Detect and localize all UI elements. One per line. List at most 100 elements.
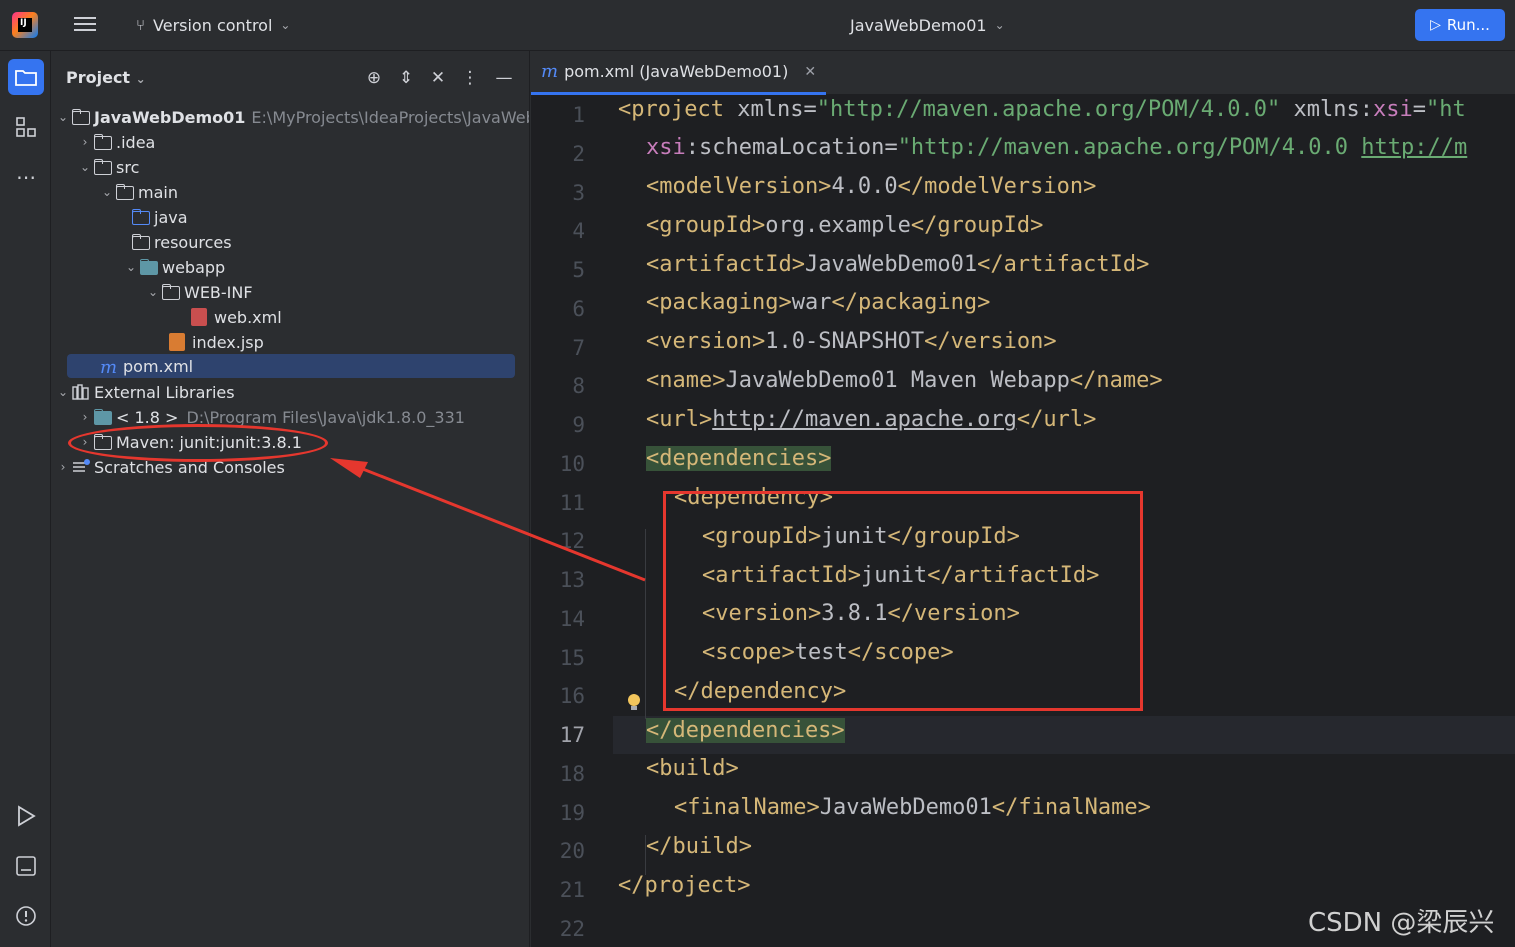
project-view-selector[interactable]: Project ⌄: [66, 68, 146, 87]
code-token: :: [1359, 97, 1374, 122]
code-line-4: <groupId>org.example</groupId>: [646, 213, 1043, 251]
annotation-highlight-ellipse: [68, 424, 328, 462]
code-line-2: xsi:schemaLocation="http://maven.apache.…: [646, 135, 1467, 173]
code-token: "http://maven.apache.org/POM/4.0.0: [897, 135, 1362, 160]
run-button[interactable]: ▷ Run...: [1415, 9, 1505, 41]
expand-collapse-icon[interactable]: ⇕: [395, 67, 417, 89]
code-token: </packaging>: [831, 290, 991, 315]
line-number: 12: [559, 529, 585, 554]
code-token: JavaWebDemo01 Maven Webapp: [725, 368, 1070, 393]
project-panel: Project ⌄ ⊕ ⇕ ✕ ⋮ — ⌄ JavaWebDemo01 E:\M…: [51, 51, 530, 947]
code-token: </dependencies>: [646, 718, 845, 743]
close-tab-icon[interactable]: ✕: [804, 64, 816, 80]
main-menu-icon[interactable]: [74, 14, 96, 34]
collapse-all-icon[interactable]: ✕: [427, 67, 449, 89]
tree-item-java[interactable]: java: [131, 205, 188, 229]
code-token: <groupId>: [646, 213, 766, 238]
code-line-1: <project xmlns="http://maven.apache.org/…: [618, 97, 1466, 135]
tree-item-index-jsp[interactable]: index.jsp: [169, 330, 264, 354]
tab-pom-xml[interactable]: m pom.xml (JavaWebDemo01) ✕: [531, 51, 827, 95]
project-panel-header: Project ⌄ ⊕ ⇕ ✕ ⋮ —: [51, 51, 529, 105]
tree-item-label: resources: [154, 232, 232, 252]
tree-item-label: .idea: [116, 132, 156, 152]
run-tool-icon[interactable]: [8, 798, 44, 834]
terminal-icon[interactable]: [8, 848, 44, 884]
chevron-right-icon: ›: [82, 135, 88, 149]
code-token: </finalName>: [991, 795, 1151, 820]
tree-item-label: java: [154, 207, 188, 227]
xml-file-icon: [191, 308, 207, 326]
tree-item-resources[interactable]: resources: [131, 230, 232, 254]
line-number: 9: [572, 413, 585, 437]
code-token: <version>: [646, 329, 766, 354]
folder-icon: [93, 158, 113, 176]
tree-item-external-libraries[interactable]: ⌄ External Libraries: [55, 380, 235, 404]
scratches-icon: [71, 458, 91, 476]
intellij-logo-icon[interactable]: IJ: [12, 12, 38, 38]
code-token: http://maven.apache.org: [712, 407, 1017, 432]
tree-item-web-xml[interactable]: web.xml: [191, 305, 282, 329]
folder-icon: [115, 183, 135, 201]
tree-item-idea[interactable]: › .idea: [77, 130, 156, 154]
tree-item-label: External Libraries: [94, 382, 235, 402]
tree-item-webapp[interactable]: ⌄ webapp: [123, 255, 225, 279]
tree-item-src[interactable]: ⌄ src: [77, 155, 139, 179]
tool-window-strip: ⋯: [0, 51, 51, 947]
tab-label: pom.xml (JavaWebDemo01): [564, 62, 789, 81]
code-line-5: <artifactId>JavaWebDemo01</artifactId>: [646, 252, 1149, 290]
chevron-down-icon: ⌄: [147, 285, 159, 299]
tree-item-project-root[interactable]: ⌄ JavaWebDemo01 E:\MyProjects\IdeaProjec…: [55, 105, 529, 129]
line-number: 11: [559, 490, 585, 515]
play-icon: ▷: [1430, 17, 1441, 33]
code-line-3: <modelVersion>4.0.0</modelVersion>: [646, 174, 1096, 212]
code-token: xmlns: [1293, 97, 1360, 122]
code-token: <dependencies>: [646, 446, 832, 471]
code-token: :schemaLocation: [685, 135, 885, 160]
code-line-20: </build>: [646, 834, 752, 872]
code-token: 4.0.0: [831, 174, 898, 199]
more-tools-icon[interactable]: ⋯: [8, 159, 44, 195]
code-token: </build>: [646, 834, 752, 859]
options-icon[interactable]: ⋮: [459, 67, 481, 89]
chevron-right-icon: ›: [82, 410, 88, 424]
panel-title: Project: [66, 68, 131, 87]
code-token: =: [803, 97, 817, 122]
code-token: org.example: [765, 213, 911, 238]
source-folder-icon: [131, 208, 151, 226]
code-token: xsi: [646, 135, 686, 160]
project-switcher[interactable]: JavaWebDemo01 ⌄: [850, 14, 1005, 36]
project-folder-icon[interactable]: [8, 59, 44, 95]
version-control-label: Version control: [153, 15, 273, 35]
line-number: 8: [572, 374, 585, 399]
line-number-gutter: 1 2 3 4 5 6 7 8 9 10 11 12 13 14 15 16 17 18 19 20 21 22: [531, 95, 613, 947]
line-number: 7: [572, 335, 585, 360]
version-control-menu[interactable]: ⑂ Version control ⌄: [136, 14, 290, 36]
code-token: xmlns: [737, 97, 804, 122]
jsp-file-icon: [169, 333, 185, 351]
maven-file-icon: m: [100, 357, 118, 378]
code-token: </name>: [1069, 368, 1163, 393]
tree-item-web-inf[interactable]: ⌄ WEB-INF: [145, 280, 253, 304]
line-number: 21: [559, 878, 585, 902]
structure-icon[interactable]: [8, 109, 44, 145]
code-token: JavaWebDemo01: [804, 252, 978, 277]
intention-bulb-icon[interactable]: [627, 694, 641, 712]
tree-item-main[interactable]: ⌄ main: [99, 180, 178, 204]
code-token: <finalName>: [674, 795, 820, 820]
line-number: 18: [559, 761, 585, 786]
chevron-down-icon: ⌄: [135, 72, 146, 86]
tree-item-label: web.xml: [214, 307, 282, 327]
hide-panel-icon[interactable]: —: [493, 67, 515, 89]
line-number: 19: [559, 800, 585, 825]
tree-item-pom-xml[interactable]: m pom.xml: [67, 354, 515, 378]
tree-item-label: pom.xml: [123, 356, 194, 376]
branch-icon: ⑂: [136, 16, 146, 34]
problems-icon[interactable]: [8, 898, 44, 934]
chevron-down-icon: ⌄: [280, 18, 291, 32]
module-folder-icon: [71, 108, 91, 126]
locate-icon[interactable]: ⊕: [363, 67, 385, 89]
jdk-icon: [93, 408, 113, 426]
code-token: <project: [618, 97, 738, 122]
code-token: =: [884, 135, 898, 160]
